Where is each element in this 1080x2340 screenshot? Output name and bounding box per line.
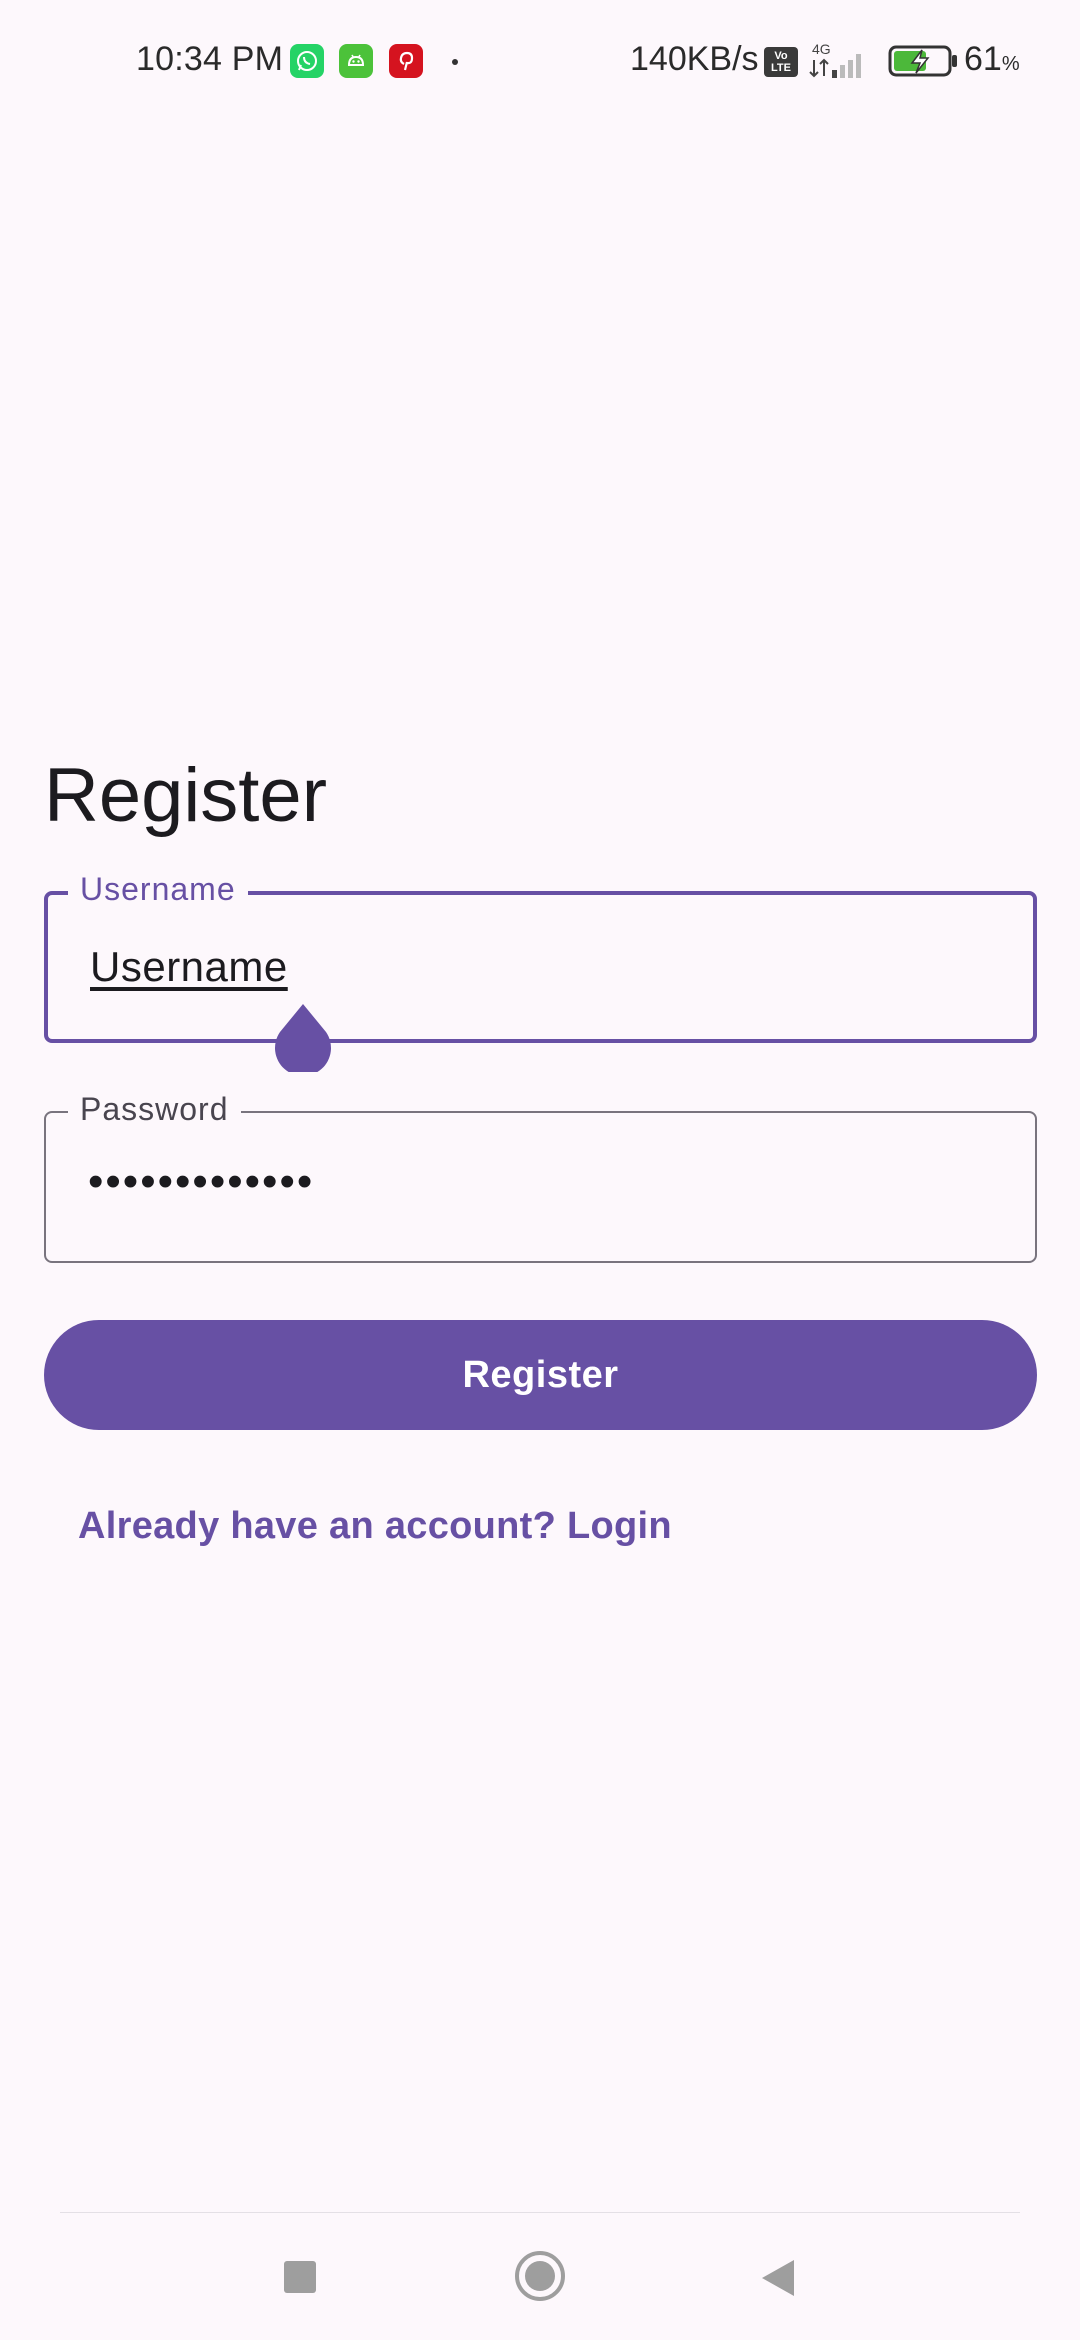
- password-input[interactable]: •••••••••••••: [88, 1157, 314, 1207]
- volte-icon: Vo LTE: [764, 47, 798, 77]
- username-input[interactable]: Username: [90, 943, 288, 991]
- volte-label-bottom: LTE: [771, 62, 791, 74]
- password-field[interactable]: Password •••••••••••••: [44, 1091, 1037, 1263]
- back-icon[interactable]: [760, 2258, 796, 2303]
- login-link[interactable]: Already have an account? Login: [78, 1505, 672, 1548]
- register-screen: 10:34 PM 140KB/s Vo LTE 4G 61% Register …: [0, 0, 1080, 2340]
- status-bar: 10:34 PM 140KB/s Vo LTE 4G 61%: [0, 0, 1080, 124]
- android-icon: [339, 44, 373, 78]
- username-field[interactable]: Username Username: [44, 871, 1037, 1043]
- text-cursor-handle[interactable]: [274, 1002, 332, 1076]
- notification-dot: [452, 59, 458, 65]
- page-title: Register: [44, 753, 327, 838]
- recents-icon[interactable]: [284, 2261, 316, 2293]
- battery-percent-value: 61: [964, 40, 1002, 78]
- home-icon[interactable]: [514, 2250, 566, 2307]
- network-type-label: 4G: [812, 41, 831, 57]
- password-label: Password: [68, 1091, 241, 1127]
- status-time: 10:34 PM: [136, 40, 284, 78]
- battery-percent: 61%: [964, 40, 1020, 79]
- username-label: Username: [68, 871, 248, 907]
- volte-label-top: Vo: [774, 50, 788, 62]
- network-speed: 140KB/s: [630, 40, 759, 78]
- battery-percent-unit: %: [1001, 53, 1020, 75]
- whatsapp-icon: [290, 44, 324, 78]
- nav-divider: [60, 2212, 1020, 2213]
- signal-icon: 4G: [808, 40, 878, 87]
- register-button[interactable]: Register: [44, 1320, 1037, 1430]
- pinterest-icon: [389, 44, 423, 78]
- battery-icon: [888, 44, 960, 83]
